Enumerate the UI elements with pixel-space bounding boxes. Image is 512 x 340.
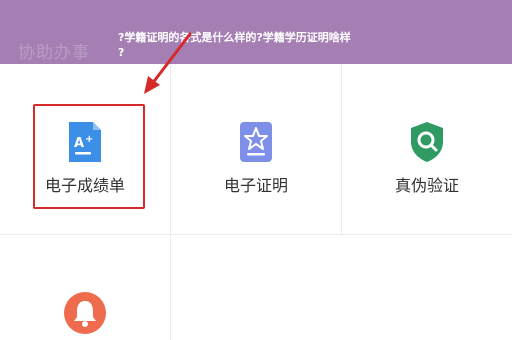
tile-notification[interactable] (0, 235, 170, 340)
tile-authenticity-verification[interactable]: 真伪验证 (342, 64, 512, 234)
verify-shield-icon (411, 122, 443, 162)
pointer-arrow-icon (144, 32, 192, 94)
bell-icon (64, 292, 106, 334)
certificate-star-icon (240, 122, 272, 162)
highlight-box (33, 104, 145, 209)
tile-label: 电子证明 (223, 176, 288, 195)
header-title: 协助办事 (18, 43, 90, 63)
tile-label: 真伪验证 (394, 176, 459, 195)
